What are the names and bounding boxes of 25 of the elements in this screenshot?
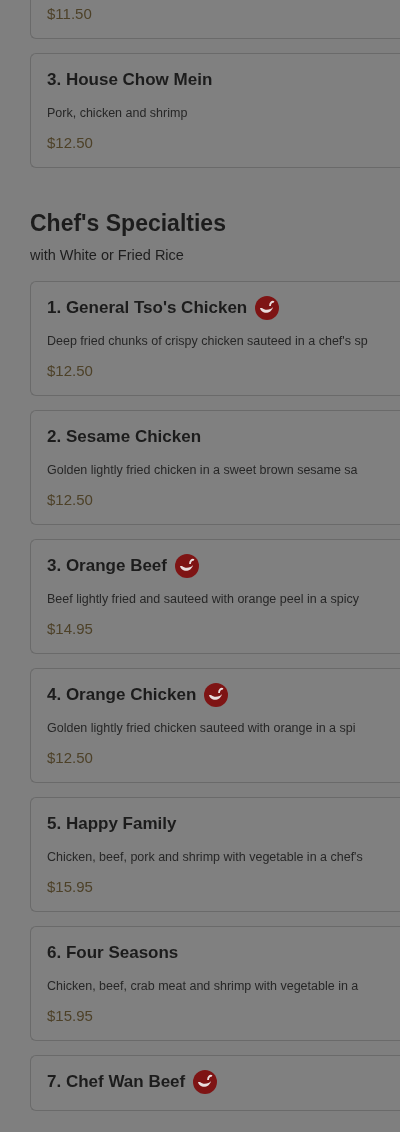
dish-name: 6. Four Seasons [47, 943, 179, 963]
dish-name: 2. Sesame Chicken [47, 427, 202, 447]
dish-name: 1. General Tso's Chicken [47, 298, 248, 318]
section-subtitle: with White or Fried Rice [30, 247, 185, 263]
dish-price: $12.50 [47, 134, 94, 151]
dish-price: $12.50 [47, 749, 94, 766]
dish-name: 3. House Chow Mein [47, 70, 213, 90]
dish-name: 3. Orange Beef [47, 556, 167, 576]
dish-description: Beef lightly fried and sauteed with orange peel in a spicy [47, 592, 360, 606]
dish-price: $15.95 [47, 878, 94, 895]
dish-price: $12.50 [47, 491, 94, 508]
dish-description: Pork, chicken and shrimp [47, 106, 189, 120]
dish-price: $12.50 [47, 362, 94, 379]
dish-price: $15.95 [47, 1007, 94, 1024]
dish-description: Deep fried chunks of crispy chicken sauteed in a chef's sp [47, 334, 369, 348]
dish-description: Chicken, beef, crab meat and shrimp with vegetable in a [47, 979, 360, 993]
section-title: Chef's Specialties [30, 210, 227, 237]
dish-description: Golden lightly fried chicken in a sweet brown sesame sa [47, 463, 359, 477]
dish-description: Chicken, beef, pork and shrimp with vegetable in a chef's [47, 850, 364, 864]
dish-description: Golden lightly fried chicken sauteed with orange in a spi [47, 721, 357, 735]
dish-price: $11.50 [47, 5, 93, 22]
dish-name: 7. Chef Wan Beef [47, 1072, 186, 1092]
dish-price: $14.95 [47, 620, 94, 637]
dish-name: 5. Happy Family [47, 814, 177, 834]
dish-name: 4. Orange Chicken [47, 685, 197, 705]
